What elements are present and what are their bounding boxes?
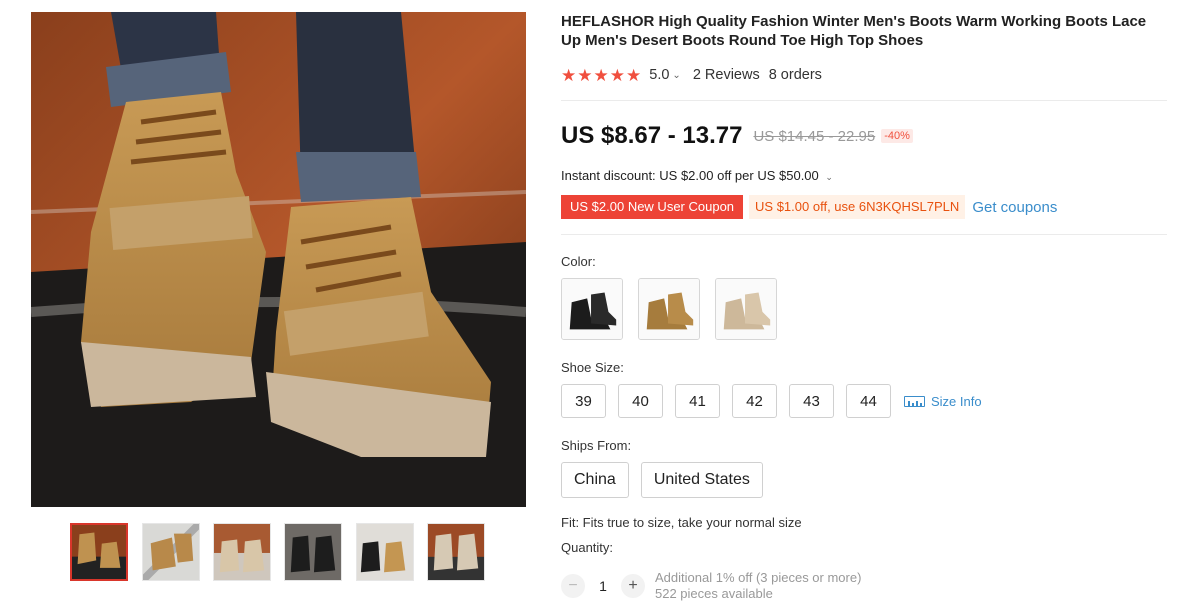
size-label: Shoe Size: — [561, 360, 624, 375]
new-user-coupon[interactable]: US $2.00 New User Coupon — [558, 195, 744, 219]
ships-from-options: China United States — [561, 462, 763, 498]
color-options — [561, 278, 777, 340]
color-option-beige[interactable] — [715, 278, 777, 340]
product-info: HEFLASHOR High Quality Fashion Winter Me… — [558, 12, 1167, 601]
star-icon: ★ — [593, 65, 609, 85]
plus-button[interactable]: + — [621, 574, 645, 598]
star-icon: ★ — [626, 65, 642, 85]
star-rating: ★ ★ ★ ★ ★ — [561, 67, 641, 84]
instant-discount[interactable]: Instant discount: US $2.00 off per US $5… — [561, 168, 833, 183]
product-title: HEFLASHOR High Quality Fashion Winter Me… — [561, 13, 1147, 49]
color-option-khaki[interactable] — [638, 278, 700, 340]
size-option[interactable]: 44 — [846, 384, 891, 418]
minus-button[interactable]: − — [561, 574, 585, 598]
ship-option-china[interactable]: China — [561, 462, 629, 498]
divider — [561, 100, 1167, 101]
bulk-discount-note: Additional 1% off (3 pieces or more) — [655, 570, 862, 585]
size-info-label: Size Info — [931, 393, 982, 409]
color-label: Color: — [561, 254, 596, 269]
star-icon: ★ — [577, 65, 593, 85]
stock-available: 522 pieces available — [655, 586, 773, 601]
chevron-down-icon[interactable]: ⌄ — [672, 70, 680, 81]
divider — [561, 234, 1167, 235]
get-coupons-link[interactable]: Get coupons — [972, 199, 1057, 216]
fit-note: Fit: Fits true to size, take your normal… — [561, 515, 802, 530]
ship-option-united-states[interactable]: United States — [640, 462, 763, 498]
size-option[interactable]: 40 — [618, 384, 663, 418]
star-icon: ★ — [561, 65, 577, 85]
quantity-label: Quantity: — [561, 540, 614, 555]
quantity-stepper: − 1 + Additional 1% off (3 pieces or mor… — [561, 570, 861, 602]
color-option-black[interactable] — [561, 278, 623, 340]
original-price: US $14.45 - 22.95 — [753, 127, 876, 145]
orders-count: 8 orders — [768, 67, 822, 83]
thumbnail-4[interactable] — [284, 523, 342, 581]
thumbnail-6[interactable] — [427, 523, 485, 581]
current-price: US $8.67 - 13.77 — [561, 122, 743, 149]
discount-badge: -40% — [881, 129, 913, 143]
main-product-image[interactable] — [31, 12, 526, 507]
boots-photo — [31, 12, 526, 507]
size-options: 39 40 41 42 43 44 Size Info — [561, 384, 982, 418]
chevron-down-icon[interactable]: ⌄ — [825, 172, 833, 182]
quantity-note: Additional 1% off (3 pieces or more) 522… — [655, 570, 861, 602]
thumbnail-2[interactable] — [142, 523, 200, 581]
rating-row: ★ ★ ★ ★ ★ 5.0 ⌄ 2 Reviews 8 orders — [561, 64, 822, 86]
coupon-row: US $2.00 New User Coupon US $1.00 off, u… — [558, 195, 1057, 219]
coupon-code[interactable]: US $1.00 off, use 6N3KQHSL7PLN — [749, 195, 966, 219]
star-icon: ★ — [609, 65, 625, 85]
size-info-link[interactable]: Size Info — [904, 394, 982, 409]
instant-discount-text: Instant discount: US $2.00 off per US $5… — [561, 168, 819, 183]
size-option[interactable]: 43 — [789, 384, 834, 418]
size-option[interactable]: 42 — [732, 384, 777, 418]
quantity-value[interactable]: 1 — [585, 578, 621, 594]
thumbnail-1[interactable] — [70, 523, 128, 581]
ships-from-label: Ships From: — [561, 438, 632, 453]
price-row: US $8.67 - 13.77 US $14.45 - 22.95 -40% — [561, 122, 913, 150]
ruler-icon — [904, 395, 925, 407]
thumbnail-3[interactable] — [213, 523, 271, 581]
rating-score[interactable]: 5.0 — [649, 67, 669, 83]
size-option[interactable]: 41 — [675, 384, 720, 418]
size-option[interactable]: 39 — [561, 384, 606, 418]
thumbnail-5[interactable] — [356, 523, 414, 581]
reviews-link[interactable]: 2 Reviews — [693, 67, 760, 83]
